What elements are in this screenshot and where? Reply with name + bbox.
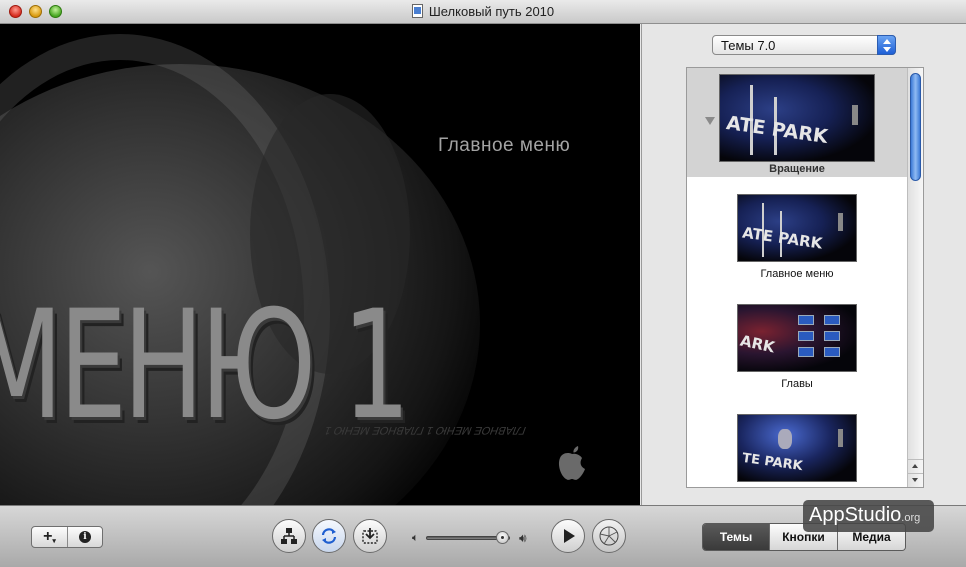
title-bar[interactable]: Шелковый путь 2010	[0, 0, 966, 24]
thumb-menu-lines	[852, 105, 858, 125]
motion-loop-icon	[321, 528, 337, 544]
add-menu-arrow-icon: ▾	[52, 538, 56, 545]
thumb-figure	[778, 429, 792, 449]
info-button[interactable]: i	[68, 527, 102, 547]
info-icon: i	[79, 531, 91, 543]
theme-thumbnail: ATE PARK	[719, 74, 875, 162]
document-icon	[411, 4, 423, 18]
burn-status-button[interactable]	[353, 519, 387, 553]
thumb-menu-lines	[838, 213, 843, 231]
tab-themes[interactable]: Темы	[703, 524, 770, 550]
theme-set-label: Темы 7.0	[721, 38, 776, 53]
theme-list[interactable]: ATE PARK Вращение ATE PARK Главное меню	[686, 67, 924, 488]
theme-item-fourth[interactable]: TE PARK	[687, 414, 907, 487]
watermark-text: AppStudio.org	[809, 504, 920, 527]
chapter-thumb	[798, 347, 814, 357]
watermark-name: AppStudio	[809, 504, 902, 526]
theme-item-label: Вращение	[769, 163, 825, 175]
chapter-thumb	[798, 331, 814, 341]
speaker-high-icon: 🔊︎	[519, 531, 527, 545]
themes-sidebar: Темы 7.0 ATE PARK Вращение ATE PARK Глав…	[641, 24, 966, 505]
chapter-thumb	[824, 315, 840, 325]
theme-item-chapters[interactable]: ARK Главы	[687, 304, 907, 404]
disclosure-triangle-icon[interactable]	[705, 117, 715, 125]
add-button[interactable]: +▾	[32, 527, 68, 547]
theme-list-scrollbar[interactable]	[907, 68, 923, 487]
map-view-button[interactable]	[272, 519, 306, 553]
add-button-label: +	[43, 528, 53, 545]
preview-big-text: МЕНЮ 1	[0, 279, 411, 453]
add-info-button-group: +▾ i	[31, 526, 103, 548]
scroll-down-arrow-icon[interactable]	[908, 473, 923, 487]
app-window: Шелковый путь 2010 ГЛАВНОЕ МЕНЮ 1 ГЛАВНО…	[0, 0, 966, 567]
chapter-thumb	[824, 347, 840, 357]
theme-item-main-menu[interactable]: ATE PARK Главное меню	[687, 194, 907, 294]
apple-logo-icon	[558, 446, 585, 480]
theme-item-label: Главы	[781, 378, 813, 390]
play-icon	[564, 529, 575, 543]
motion-loop-button[interactable]	[312, 519, 346, 553]
window-title: Шелковый путь 2010	[428, 4, 555, 19]
preview-menu-title[interactable]: Главное меню	[438, 135, 570, 157]
scrollbar-thumb[interactable]	[910, 73, 921, 181]
speaker-low-icon: 🔈︎	[412, 532, 419, 544]
menu-preview[interactable]: ГЛАВНОЕ МЕНЮ 1 ГЛАВНОЕ МЕНЮ 1 МЕНЮ 1 Гла…	[0, 24, 640, 505]
thumb-menu-lines	[838, 429, 843, 447]
chapter-thumb	[824, 331, 840, 341]
theme-thumbnail: ARK	[737, 304, 857, 372]
volume-slider-knob[interactable]	[496, 531, 510, 544]
burn-button[interactable]	[592, 519, 626, 553]
play-button[interactable]	[551, 519, 585, 553]
theme-item-label: Главное меню	[760, 268, 834, 280]
burn-status-icon	[362, 528, 378, 544]
map-view-icon	[281, 528, 297, 544]
theme-set-popup[interactable]: Темы 7.0	[712, 35, 896, 55]
scroll-up-arrow-icon[interactable]	[908, 459, 923, 473]
theme-item-rotation[interactable]: ATE PARK Вращение	[687, 68, 907, 177]
burn-disc-icon	[599, 526, 619, 546]
window-title-wrap: Шелковый путь 2010	[0, 4, 966, 19]
watermark-suffix: .org	[901, 512, 921, 524]
appstudio-watermark: AppStudio.org	[803, 500, 934, 532]
popup-arrows-icon	[877, 35, 896, 55]
theme-thumbnail: TE PARK	[737, 414, 857, 482]
theme-thumbnail: ATE PARK	[737, 194, 857, 262]
chapter-thumb	[798, 315, 814, 325]
